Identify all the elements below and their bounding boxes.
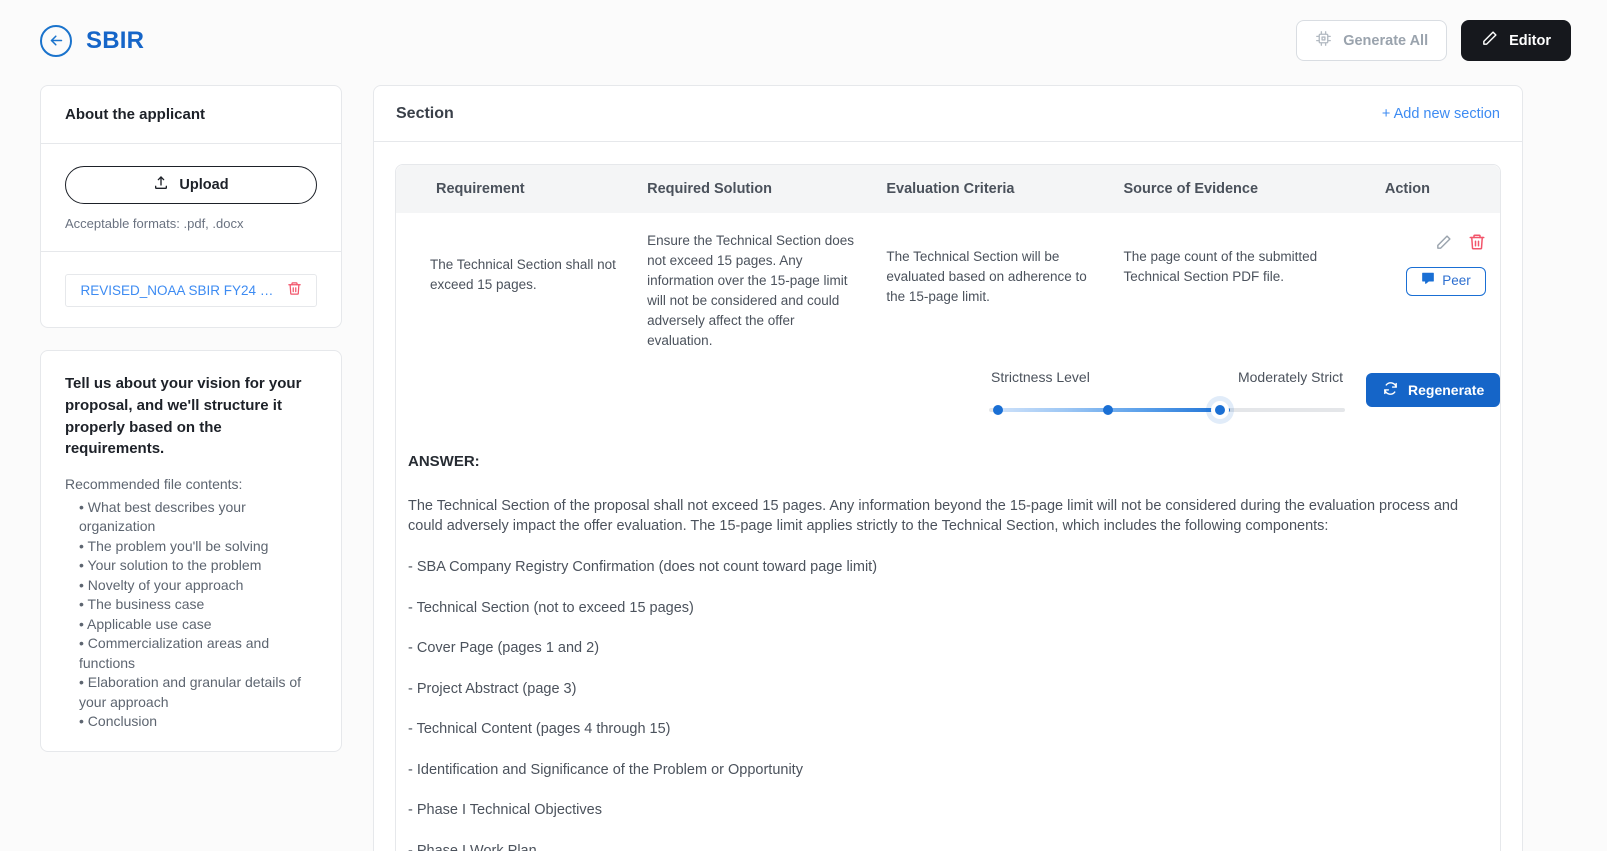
- comment-icon: [1421, 271, 1435, 291]
- add-new-section-button[interactable]: + Add new section: [1382, 106, 1500, 122]
- cell-source-of-evidence: The page count of the submitted Technica…: [1109, 213, 1346, 369]
- upload-area: Upload Acceptable formats: .pdf, .docx: [41, 144, 341, 252]
- list-item: Your solution to the problem: [79, 556, 317, 575]
- peer-label: Peer: [1442, 271, 1471, 291]
- regenerate-button[interactable]: Regenerate: [1366, 373, 1500, 407]
- refresh-icon: [1382, 380, 1399, 400]
- strictness-level-label: Strictness Level: [991, 369, 1090, 385]
- list-item: Applicable use case: [79, 615, 317, 634]
- generate-all-button[interactable]: Generate All: [1296, 20, 1447, 61]
- arrow-left-icon: [48, 32, 65, 49]
- requirements-table: Requirement Required Solution Evaluation…: [396, 165, 1500, 369]
- answer-item: - Phase I Work Plan: [408, 841, 1478, 851]
- requirements-card: Requirement Required Solution Evaluation…: [395, 164, 1501, 851]
- column-header-action: Action: [1347, 165, 1500, 213]
- recommended-contents-list: What best describes your organization Th…: [65, 498, 317, 731]
- column-header-required-solution: Required Solution: [633, 165, 872, 213]
- strictness-value-label: Moderately Strict: [1238, 369, 1343, 385]
- cell-requirement-text: The Technical Section shall not exceed 1…: [430, 231, 619, 295]
- answer-item: - SBA Company Registry Confirmation (doe…: [408, 557, 1478, 578]
- trash-icon[interactable]: [287, 281, 302, 301]
- slider-track-fill: [997, 408, 1230, 412]
- slider-mark-2[interactable]: [1103, 405, 1113, 415]
- upload-button[interactable]: Upload: [65, 166, 317, 204]
- editor-label: Editor: [1509, 33, 1551, 49]
- uploaded-file-name[interactable]: REVISED_NOAA SBIR FY24 Phas...: [81, 283, 281, 298]
- vision-card: Tell us about your vision for your propo…: [40, 350, 342, 752]
- editor-button[interactable]: Editor: [1461, 20, 1571, 61]
- uploaded-file-chip[interactable]: REVISED_NOAA SBIR FY24 Phas...: [65, 274, 317, 307]
- app-root: SBIR Generate All: [0, 0, 1607, 851]
- slider-thumb[interactable]: [1211, 401, 1229, 419]
- cell-evaluation-criteria-text: The Technical Section will be evaluated …: [886, 231, 1095, 307]
- back-button[interactable]: [40, 25, 72, 57]
- list-item: What best describes your organization: [79, 498, 317, 537]
- list-item: Elaboration and granular details of your…: [79, 673, 317, 712]
- header-left-group: SBIR: [40, 25, 144, 57]
- strictness-slider[interactable]: [989, 402, 1345, 418]
- main-panel: Section + Add new section Requirement Re…: [373, 85, 1523, 851]
- vision-card-title: Tell us about your vision for your propo…: [65, 373, 317, 460]
- answer-item: - Identification and Significance of the…: [408, 760, 1478, 781]
- table-row: The Technical Section shall not exceed 1…: [396, 213, 1500, 369]
- answer-item: - Project Abstract (page 3): [408, 679, 1478, 700]
- sidebar: About the applicant Upload Acceptable fo…: [40, 85, 342, 752]
- answer-label: ANSWER:: [408, 453, 1478, 470]
- cell-requirement: The Technical Section shall not exceed 1…: [396, 213, 633, 369]
- column-header-requirement: Requirement: [396, 165, 633, 213]
- vision-card-body: Tell us about your vision for your propo…: [41, 351, 341, 751]
- cell-required-solution: Ensure the Technical Section does not ex…: [633, 213, 872, 369]
- section-label: Section: [396, 105, 454, 123]
- app-header: SBIR Generate All: [0, 0, 1607, 81]
- accepted-formats-note: Acceptable formats: .pdf, .docx: [65, 216, 317, 231]
- answer-item: - Phase I Technical Objectives: [408, 800, 1478, 821]
- answer-item: - Cover Page (pages 1 and 2): [408, 638, 1478, 659]
- list-item: The problem you'll be solving: [79, 537, 317, 556]
- recommended-contents-label: Recommended file contents:: [65, 476, 317, 492]
- cell-evaluation-criteria: The Technical Section will be evaluated …: [872, 213, 1109, 369]
- upload-label: Upload: [179, 177, 228, 193]
- cell-required-solution-text: Ensure the Technical Section does not ex…: [647, 231, 858, 351]
- delete-row-icon[interactable]: [1468, 233, 1486, 257]
- peer-button[interactable]: Peer: [1406, 267, 1486, 296]
- row-action-icons: [1361, 231, 1486, 257]
- pencil-icon: [1481, 30, 1498, 51]
- section-bar: Section + Add new section: [374, 86, 1522, 142]
- cell-source-of-evidence-text: The page count of the submitted Technica…: [1123, 231, 1332, 287]
- list-item: The business case: [79, 595, 317, 614]
- header-actions: Generate All Editor: [1296, 20, 1571, 61]
- regenerate-label: Regenerate: [1408, 382, 1484, 398]
- uploaded-file-area: REVISED_NOAA SBIR FY24 Phas...: [41, 252, 341, 327]
- cell-action: Peer: [1347, 213, 1500, 369]
- generate-all-label: Generate All: [1343, 33, 1428, 49]
- answer-item: - Technical Content (pages 4 through 15): [408, 719, 1478, 740]
- upload-icon: [153, 175, 169, 195]
- answer-item: - Technical Section (not to exceed 15 pa…: [408, 598, 1478, 619]
- table-header-row: Requirement Required Solution Evaluation…: [396, 165, 1500, 213]
- strictness-slider-group: Strictness Level Moderately Strict: [989, 369, 1345, 418]
- slider-mark-1[interactable]: [993, 405, 1003, 415]
- strictness-row: Strictness Level Moderately Strict: [396, 369, 1500, 443]
- list-item: Conclusion: [79, 712, 317, 731]
- page-title: SBIR: [86, 27, 144, 55]
- list-item: Novelty of your approach: [79, 576, 317, 595]
- column-header-source-of-evidence: Source of Evidence: [1109, 165, 1346, 213]
- chip-icon: [1315, 30, 1332, 51]
- answer-section: ANSWER: The Technical Section of the pro…: [396, 443, 1500, 851]
- strictness-labels: Strictness Level Moderately Strict: [989, 369, 1345, 385]
- applicant-card-title: About the applicant: [41, 86, 341, 144]
- applicant-card: About the applicant Upload Acceptable fo…: [40, 85, 342, 328]
- answer-intro: The Technical Section of the proposal sh…: [408, 496, 1478, 537]
- list-item: Commercialization areas and functions: [79, 634, 317, 673]
- edit-row-icon[interactable]: [1435, 234, 1452, 257]
- column-header-evaluation-criteria: Evaluation Criteria: [872, 165, 1109, 213]
